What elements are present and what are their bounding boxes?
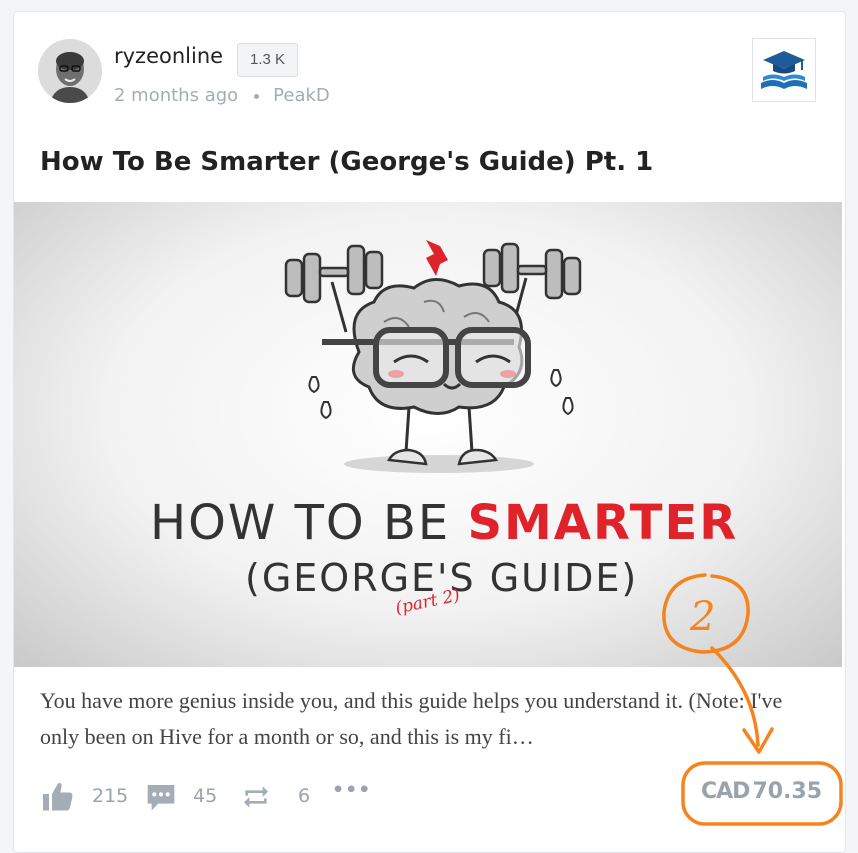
annotation-arrow bbox=[710, 646, 760, 747]
annotation-highlight-box bbox=[681, 761, 843, 826]
annotation-overlay: 2 bbox=[662, 573, 843, 826]
annotation-label: 2 bbox=[689, 594, 715, 640]
